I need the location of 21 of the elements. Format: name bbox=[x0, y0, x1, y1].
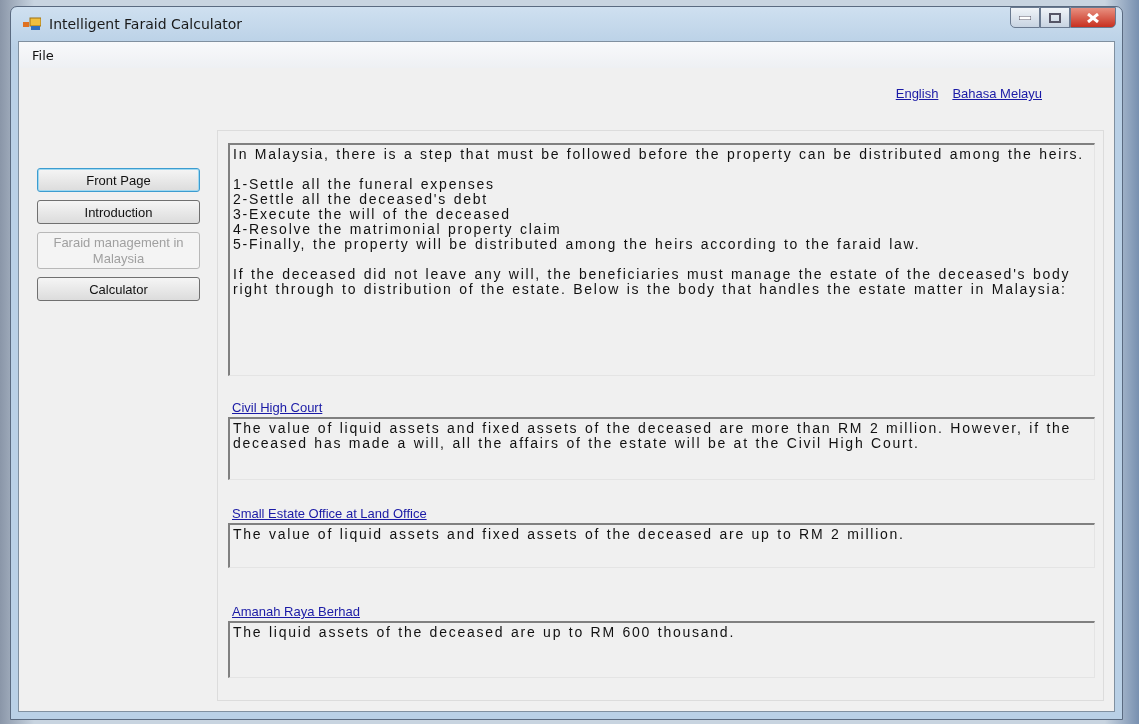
text-box[interactable]: The value of liquid assets and fixed assets of the deceased are up to RM 2 million. bbox=[228, 523, 1095, 568]
body-link[interactable]: Civil High Court bbox=[228, 400, 323, 417]
text-box[interactable]: The value of liquid assets and fixed assets of the deceased are more than RM 2 million. However, if the deceased has made a will, all the affairs of the estate will be at the Civil High Court. bbox=[228, 417, 1095, 480]
nav-button[interactable]: Introduction bbox=[37, 200, 200, 224]
close-button[interactable] bbox=[1070, 7, 1116, 28]
menu-item[interactable]: File bbox=[25, 45, 61, 65]
language-link[interactable]: Bahasa Melayu bbox=[952, 86, 1042, 108]
app-icon bbox=[23, 17, 41, 31]
body-link[interactable]: Small Estate Office at Land Office bbox=[228, 506, 427, 523]
nav-button[interactable]: Calculator bbox=[37, 277, 200, 302]
window-title: Intelligent Faraid Calculator bbox=[49, 16, 243, 32]
maximize-button[interactable] bbox=[1040, 7, 1070, 28]
maximize-icon bbox=[1049, 12, 1061, 23]
nav-button[interactable]: Front Page bbox=[37, 168, 200, 192]
minimize-button[interactable] bbox=[1010, 7, 1040, 28]
body-link[interactable]: Amanah Raya Berhad bbox=[228, 604, 360, 621]
language-link[interactable]: English bbox=[895, 86, 939, 108]
text-box[interactable]: The liquid assets of the deceased are up to RM 600 thousand. bbox=[228, 621, 1095, 678]
minimize-icon bbox=[1019, 15, 1031, 20]
text-box[interactable]: In Malaysia, there is a step that must be followed before the property can be distributed among the heirs. 1-Settle all the funeral expenses 2-Settle all the deceased's debt 3-Execute the will of the deceased 4-Resolve the matrimonial property claim 5-Finally, the property will be distributed among the heirs according to the faraid law. If the deceased did not leave any will, the beneficiaries must manage the estate of the deceased's body right through to distribution of the estate. Below is the body that handles the estate matter in Malaysia: bbox=[228, 143, 1095, 376]
close-icon bbox=[1086, 12, 1100, 23]
